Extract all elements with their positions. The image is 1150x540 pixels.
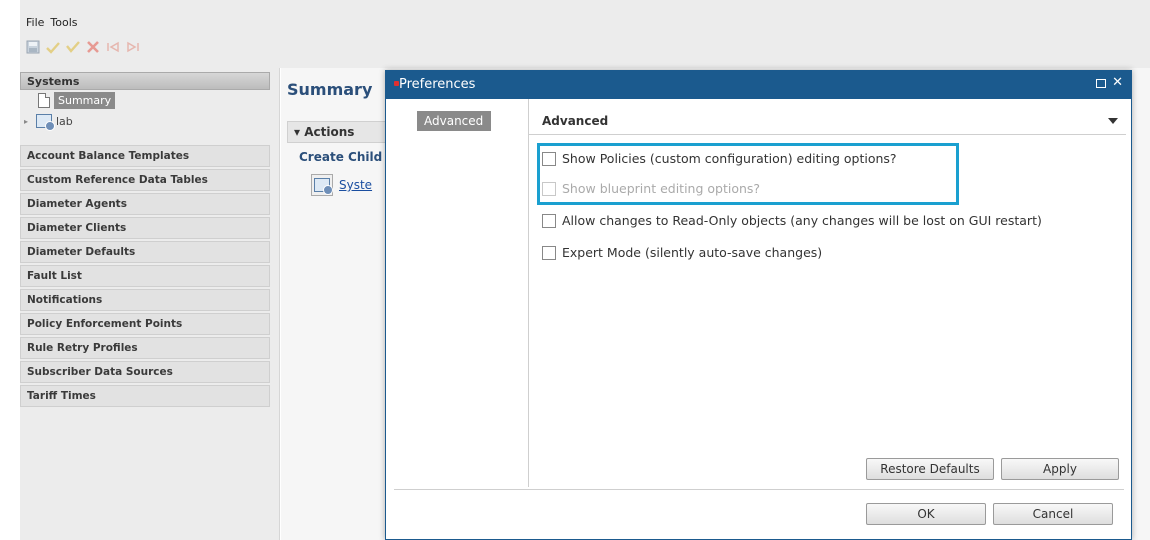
create-child-heading: Create Child bbox=[299, 150, 383, 164]
left-nav: Systems Summary ▸ lab Account Balance Te… bbox=[20, 68, 280, 540]
tree-item-summary-label: Summary bbox=[54, 92, 116, 109]
document-icon bbox=[38, 93, 50, 108]
horizontal-divider bbox=[394, 489, 1124, 490]
menu-tools[interactable]: Tools bbox=[50, 16, 77, 29]
apply-button[interactable]: Apply bbox=[1001, 458, 1119, 480]
option-show-policies-label: Show Policies (custom configuration) edi… bbox=[562, 151, 897, 166]
delete-icon[interactable] bbox=[86, 40, 100, 54]
option-allow-readonly-changes[interactable]: Allow changes to Read-Only objects (any … bbox=[542, 213, 1042, 228]
prev-icon[interactable] bbox=[106, 40, 120, 54]
system-add-icon[interactable] bbox=[311, 174, 333, 196]
nav-list: Account Balance Templates Custom Referen… bbox=[20, 145, 270, 409]
caret-down-icon: ▾ bbox=[294, 125, 305, 139]
preferences-dialog: Preferences ✕ Advanced Advanced Show Pol… bbox=[385, 70, 1132, 540]
category-advanced[interactable]: Advanced bbox=[417, 111, 491, 131]
sidebar-item-subscriber-data-sources[interactable]: Subscriber Data Sources bbox=[20, 361, 270, 383]
sidebar-item-notifications[interactable]: Notifications bbox=[20, 289, 270, 311]
close-icon[interactable]: ✕ bbox=[1112, 76, 1123, 89]
save-icon[interactable] bbox=[26, 40, 40, 54]
sidebar-item-diameter-defaults[interactable]: Diameter Defaults bbox=[20, 241, 270, 263]
system-icon bbox=[314, 178, 333, 195]
dropdown-arrow-icon[interactable] bbox=[1108, 118, 1118, 124]
tree-item-lab[interactable]: ▸ lab bbox=[20, 114, 73, 131]
actions-toggle[interactable]: ▾ Actions bbox=[287, 121, 387, 143]
next-icon[interactable] bbox=[126, 40, 140, 54]
option-expert-mode[interactable]: Expert Mode (silently auto-save changes) bbox=[542, 245, 822, 260]
option-show-blueprint: Show blueprint editing options? bbox=[542, 181, 760, 196]
dialog-settings-pane: Advanced Show Policies (custom configura… bbox=[529, 99, 1131, 487]
option-show-policies[interactable]: Show Policies (custom configuration) edi… bbox=[542, 151, 897, 166]
checkbox-show-policies[interactable] bbox=[542, 151, 556, 166]
page-title: Summary bbox=[287, 80, 373, 99]
sidebar-item-fault-list[interactable]: Fault List bbox=[20, 265, 270, 287]
maximize-icon[interactable] bbox=[1096, 78, 1107, 88]
tree-item-summary[interactable]: Summary bbox=[38, 92, 116, 109]
expand-caret-icon[interactable]: ▸ bbox=[20, 117, 32, 126]
toolbar bbox=[26, 40, 140, 54]
check-alt-icon[interactable] bbox=[66, 40, 80, 54]
sidebar-item-policy-enforcement-points[interactable]: Policy Enforcement Points bbox=[20, 313, 270, 335]
create-system-link[interactable]: Syste bbox=[311, 174, 372, 196]
sidebar-item-tariff-times[interactable]: Tariff Times bbox=[20, 385, 270, 407]
dialog-title-bar[interactable]: Preferences ✕ bbox=[386, 71, 1131, 99]
option-expert-mode-label: Expert Mode (silently auto-save changes) bbox=[562, 245, 823, 260]
menu-bar: File Tools bbox=[26, 16, 78, 29]
actions-label: Actions bbox=[304, 125, 355, 139]
ok-button[interactable]: OK bbox=[866, 503, 986, 525]
nav-header-systems[interactable]: Systems bbox=[20, 72, 270, 90]
tree-item-lab-label: lab bbox=[56, 114, 73, 128]
top-bar: File Tools bbox=[20, 0, 1150, 68]
checkbox-expert-mode[interactable] bbox=[542, 245, 556, 260]
dialog-window-controls: ✕ bbox=[1096, 76, 1123, 89]
dialog-title: Preferences bbox=[399, 77, 476, 92]
menu-file[interactable]: File bbox=[26, 16, 44, 29]
dialog-category-list: Advanced bbox=[386, 99, 528, 489]
option-show-blueprint-label: Show blueprint editing options? bbox=[562, 181, 761, 196]
check-icon[interactable] bbox=[46, 40, 60, 54]
sidebar-item-diameter-clients[interactable]: Diameter Clients bbox=[20, 217, 270, 239]
checkbox-allow-readonly-changes[interactable] bbox=[542, 213, 556, 228]
sidebar-item-diameter-agents[interactable]: Diameter Agents bbox=[20, 193, 270, 215]
sidebar-item-rule-retry-profiles[interactable]: Rule Retry Profiles bbox=[20, 337, 270, 359]
option-allow-readonly-changes-label: Allow changes to Read-Only objects (any … bbox=[562, 213, 1042, 228]
sidebar-item-account-balance-templates[interactable]: Account Balance Templates bbox=[20, 145, 270, 167]
section-title: Advanced bbox=[542, 114, 609, 128]
sidebar-item-custom-reference-data-tables[interactable]: Custom Reference Data Tables bbox=[20, 169, 270, 191]
cancel-button[interactable]: Cancel bbox=[993, 503, 1113, 525]
system-icon bbox=[36, 114, 55, 131]
advanced-section-header[interactable]: Advanced bbox=[529, 109, 1126, 135]
system-link-text[interactable]: Syste bbox=[339, 178, 372, 192]
checkbox-show-blueprint bbox=[542, 181, 556, 196]
restore-defaults-button[interactable]: Restore Defaults bbox=[866, 458, 994, 480]
